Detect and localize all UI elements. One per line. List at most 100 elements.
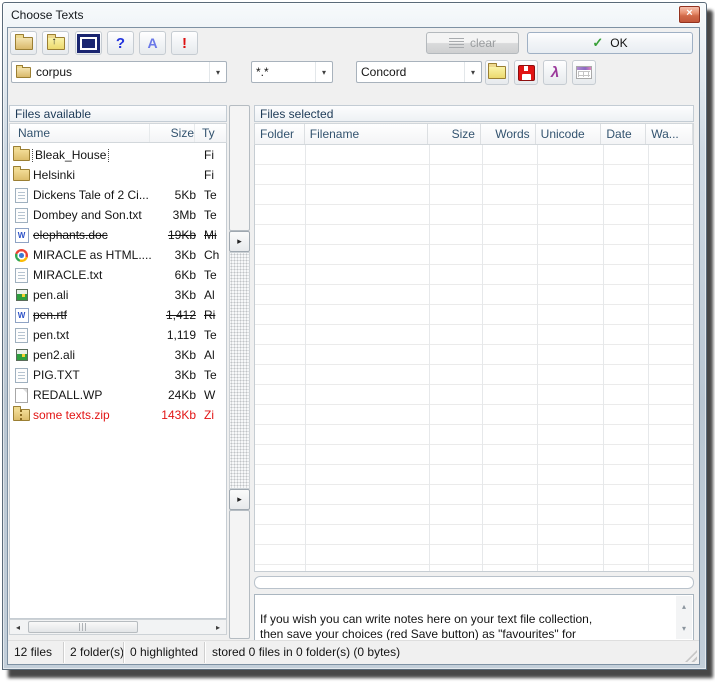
- chevron-down-icon[interactable]: ▾: [209, 62, 226, 82]
- file-row[interactable]: PIG.TXT3KbTe: [10, 365, 226, 385]
- notes-text: If you wish you can write notes here on …: [260, 612, 592, 641]
- chevron-down-icon[interactable]: ▾: [464, 62, 481, 82]
- page-icon: [13, 388, 30, 403]
- notes-box[interactable]: If you wish you can write notes here on …: [254, 594, 694, 641]
- acrobat-button[interactable]: λ: [543, 60, 567, 85]
- strip-bottom-segment: [229, 510, 250, 639]
- move-right-button-bottom[interactable]: ▸: [229, 489, 250, 510]
- scroll-left-button[interactable]: ◂: [10, 620, 26, 634]
- text-icon: [13, 188, 30, 203]
- status-folder-count: 2 folder(s): [70, 645, 124, 659]
- clear-button[interactable]: clear: [426, 32, 519, 54]
- column-size[interactable]: Size: [428, 124, 481, 144]
- tool-combobox[interactable]: Concord ▾: [356, 61, 482, 83]
- scroll-right-button[interactable]: ▸: [210, 620, 226, 634]
- file-row[interactable]: REDALL.WP24KbW: [10, 385, 226, 405]
- folder-combobox-value: corpus: [36, 65, 72, 79]
- files-selected-grid[interactable]: [254, 145, 694, 572]
- file-row[interactable]: HelsinkiFi: [10, 165, 226, 185]
- column-date[interactable]: Date: [601, 124, 646, 144]
- view-button[interactable]: [75, 31, 102, 55]
- column-filename[interactable]: Filename: [305, 124, 428, 144]
- column-folder[interactable]: Folder: [255, 124, 305, 144]
- file-type: Te: [196, 368, 226, 382]
- ali-icon: [13, 289, 30, 301]
- column-words[interactable]: Words: [481, 124, 536, 144]
- folder-up-button[interactable]: ↑: [42, 31, 69, 55]
- files-selected-caption: Files selected: [254, 105, 694, 122]
- column-size[interactable]: Size: [149, 124, 194, 142]
- file-row[interactable]: Dombey and Son.txt3MbTe: [10, 205, 226, 225]
- file-name: REDALL.WP: [30, 388, 152, 402]
- zip-icon: [13, 409, 30, 421]
- file-size: 19Kb: [152, 228, 196, 242]
- file-type: Fi: [196, 148, 226, 162]
- files-selected-column-header[interactable]: FolderFilenameSizeWordsUnicodeDateWa...: [254, 123, 694, 145]
- left-arrow-icon: ◂: [16, 623, 20, 632]
- chrome-icon: [13, 249, 30, 262]
- file-row[interactable]: Dickens Tale of 2 Ci...5KbTe: [10, 185, 226, 205]
- column-wa[interactable]: Wa...: [646, 124, 693, 144]
- column-type[interactable]: Ty: [194, 124, 226, 142]
- file-row[interactable]: MIRACLE.txt6KbTe: [10, 265, 226, 285]
- file-size: 1,119: [152, 328, 196, 342]
- chevron-down-icon[interactable]: ▾: [315, 62, 332, 82]
- horizontal-scrollbar[interactable]: ◂ ▸: [9, 619, 227, 635]
- help-button[interactable]: ?: [107, 31, 134, 55]
- file-name: pen.rtf: [30, 308, 152, 322]
- file-row[interactable]: pen.ali3KbAl: [10, 285, 226, 305]
- file-size: 3Kb: [152, 368, 196, 382]
- file-type: Mi: [196, 228, 226, 242]
- file-row[interactable]: pen.txt1,119Te: [10, 325, 226, 345]
- file-type: W: [196, 388, 226, 402]
- close-icon: ×: [686, 7, 692, 19]
- ok-button[interactable]: ✓ OK: [527, 32, 693, 54]
- file-name: MIRACLE.txt: [30, 268, 152, 282]
- file-name: pen.txt: [30, 328, 152, 342]
- file-row[interactable]: Welephants.doc19KbMi: [10, 225, 226, 245]
- open-folder-button[interactable]: [10, 31, 37, 55]
- table-button[interactable]: [572, 60, 596, 85]
- files-available-column-header[interactable]: Name Size Ty: [9, 123, 227, 143]
- acrobat-icon: λ: [551, 64, 559, 81]
- file-row[interactable]: Wpen.rtf1,412Ri: [10, 305, 226, 325]
- file-size: 24Kb: [152, 388, 196, 402]
- file-row[interactable]: pen2.ali3KbAl: [10, 345, 226, 365]
- font-button[interactable]: A: [139, 31, 166, 55]
- resize-grip[interactable]: [685, 650, 697, 662]
- title-bar[interactable]: Choose Texts ×: [3, 3, 706, 26]
- file-size: 143Kb: [152, 408, 196, 422]
- file-row[interactable]: Bleak_HouseFi: [10, 145, 226, 165]
- file-name: pen.ali: [30, 288, 152, 302]
- file-pattern-combobox[interactable]: *.* ▾: [251, 61, 333, 83]
- down-arrow-icon[interactable]: ▾: [682, 621, 686, 636]
- file-row[interactable]: MIRACLE as HTML....3KbCh: [10, 245, 226, 265]
- notes-scrollbar[interactable]: ▴ ▾: [676, 596, 692, 639]
- column-name[interactable]: Name: [10, 126, 149, 140]
- word-icon: W: [13, 308, 30, 323]
- close-button[interactable]: ×: [679, 6, 700, 23]
- save-favourites-button[interactable]: [514, 60, 538, 85]
- column-separator: [648, 145, 649, 571]
- up-arrow-icon[interactable]: ▴: [682, 599, 686, 614]
- file-row[interactable]: some texts.zip143KbZi: [10, 405, 226, 425]
- scrollbar-thumb[interactable]: [28, 621, 138, 633]
- folder-combobox[interactable]: corpus ▾: [11, 61, 227, 83]
- files-available-list[interactable]: Bleak_HouseFiHelsinkiFiDickens Tale of 2…: [9, 143, 227, 619]
- right-arrow-icon: ▸: [237, 236, 242, 247]
- file-type: Te: [196, 188, 226, 202]
- open-favourites-button[interactable]: [485, 60, 509, 85]
- alert-button[interactable]: !: [171, 31, 198, 55]
- move-right-button-top[interactable]: ▸: [229, 231, 250, 252]
- monitor-icon: [77, 34, 100, 53]
- right-arrow-icon: ▸: [216, 623, 220, 632]
- file-name: some texts.zip: [30, 408, 152, 422]
- ok-button-label: OK: [610, 36, 627, 50]
- file-type: Te: [196, 328, 226, 342]
- text-icon: [13, 268, 30, 283]
- status-stored-summary: stored 0 files in 0 folder(s) (0 bytes): [212, 645, 400, 659]
- column-unicode[interactable]: Unicode: [536, 124, 602, 144]
- folder-icon: [13, 149, 30, 161]
- folder-icon: [15, 37, 33, 50]
- status-file-count: 12 files: [14, 645, 52, 659]
